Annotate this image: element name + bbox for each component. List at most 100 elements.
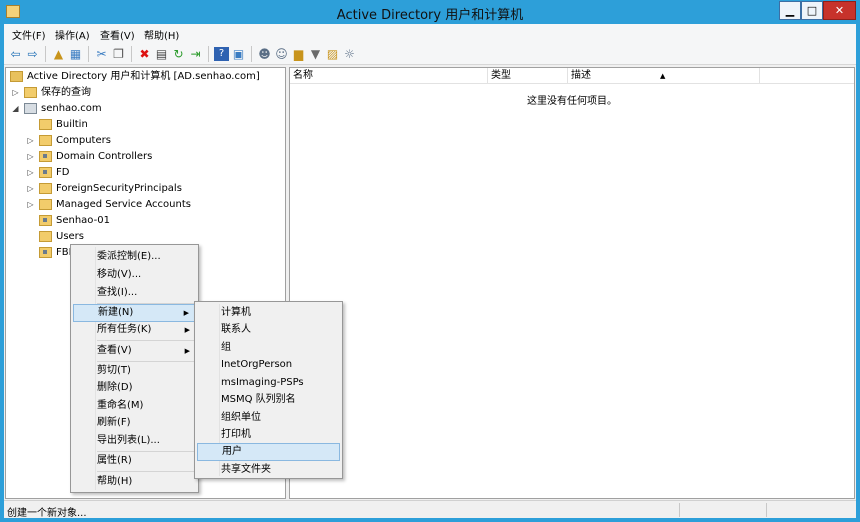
maximize-button[interactable]: □: [801, 1, 823, 20]
sort-up-icon: ▲: [660, 72, 666, 80]
submenu-item-shared-folder[interactable]: 共享文件夹: [197, 461, 340, 479]
status-text: 创建一个新对象...: [7, 508, 87, 519]
refresh-icon[interactable]: ↻: [171, 47, 186, 61]
cut-icon[interactable]: ✂: [94, 47, 109, 61]
menu-item-refresh[interactable]: 刷新(F): [73, 414, 196, 432]
folder-icon: [39, 135, 52, 146]
submenu-arrow-icon: ▶: [183, 309, 189, 317]
menu-item-new-label: 新建(N): [98, 307, 134, 318]
menu-item-export-list[interactable]: 导出列表(L)...: [73, 432, 196, 450]
tree-domain[interactable]: ◢ senhao.com: [6, 101, 285, 117]
tree-item-computers[interactable]: ▷ Computers: [6, 133, 285, 149]
new-group-icon[interactable]: ☺: [274, 47, 289, 61]
back-icon[interactable]: ⇦: [8, 47, 23, 61]
new-user-icon[interactable]: ☻: [257, 47, 272, 61]
menu-action[interactable]: 操作(A): [55, 27, 90, 42]
close-button[interactable]: ✕: [823, 1, 856, 20]
column-type[interactable]: 类型: [488, 68, 568, 84]
menu-divider: [97, 340, 195, 341]
submenu-item-printer[interactable]: 打印机: [197, 426, 340, 444]
submenu-item-organizational-unit[interactable]: 组织单位: [197, 409, 340, 427]
menu-file[interactable]: 文件(F): [12, 27, 46, 42]
submenu-item-msimaging-psps[interactable]: msImaging-PSPs: [197, 374, 340, 392]
folder-icon: [39, 183, 52, 194]
tree-item-senhao-01[interactable]: Senhao-01: [6, 213, 285, 229]
expand-icon[interactable]: ▷: [11, 85, 20, 101]
forward-icon[interactable]: ⇨: [25, 47, 40, 61]
toolbar-divider: [208, 46, 209, 62]
tree-item-foreign-security-principals[interactable]: ▷ ForeignSecurityPrincipals: [6, 181, 285, 197]
expand-icon[interactable]: ▷: [26, 149, 35, 165]
menu-help[interactable]: 帮助(H): [144, 27, 179, 42]
submenu-item-inetorgperson[interactable]: InetOrgPerson: [197, 356, 340, 374]
window-title: Active Directory 用户和计算机: [336, 8, 524, 23]
properties-icon[interactable]: ▤: [154, 47, 169, 61]
status-cell: [766, 503, 767, 517]
copy-icon[interactable]: ❐: [111, 47, 126, 61]
tree-root[interactable]: Active Directory 用户和计算机 [AD.senhao.com]: [6, 69, 285, 85]
console-icon[interactable]: ▣: [231, 47, 246, 61]
empty-list-message: 这里没有任何项目。: [527, 96, 617, 107]
menu-item-properties[interactable]: 属性(R): [73, 452, 196, 470]
export-icon[interactable]: ⇥: [188, 47, 203, 61]
show-tree-icon[interactable]: ▦: [68, 47, 83, 61]
folder-icon: [24, 87, 37, 98]
tree-item-managed-service-accounts[interactable]: ▷ Managed Service Accounts: [6, 197, 285, 213]
folder-icon: [39, 199, 52, 210]
tree-item-fd[interactable]: ▷ FD: [6, 165, 285, 181]
toolbar-divider: [88, 46, 89, 62]
menu-item-all-tasks[interactable]: 所有任务(K) ▶: [73, 321, 196, 339]
menu-item-find[interactable]: 查找(I)...: [73, 284, 196, 302]
submenu-item-user[interactable]: 用户: [197, 443, 340, 461]
help-icon[interactable]: ?: [214, 47, 229, 61]
menu-item-all-tasks-label: 所有任务(K): [97, 324, 152, 335]
menu-item-delegate-control[interactable]: 委派控制(E)...: [73, 248, 196, 266]
menu-item-delete[interactable]: 删除(D): [73, 379, 196, 397]
tree-item-domain-controllers[interactable]: ▷ Domain Controllers: [6, 149, 285, 165]
column-name[interactable]: 名称: [290, 68, 488, 84]
ad-console-icon: [10, 71, 23, 82]
submenu-arrow-icon: ▶: [184, 326, 190, 334]
menu-item-view[interactable]: 查看(V) ▶: [73, 342, 196, 360]
filter-icon[interactable]: ▼: [308, 47, 323, 61]
details-pane[interactable]: 名称 类型 描述 ▲ 这里没有任何项目。: [289, 67, 855, 499]
menu-item-help[interactable]: 帮助(H): [73, 473, 196, 491]
status-cell: [679, 503, 680, 517]
ou-icon: [39, 151, 52, 162]
delete-icon[interactable]: ✖: [137, 47, 152, 61]
submenu-item-group[interactable]: 组: [197, 339, 340, 357]
add-to-group-icon[interactable]: ☼: [342, 47, 357, 61]
menu-item-rename[interactable]: 重命名(M): [73, 397, 196, 415]
tree-item-builtin[interactable]: Builtin: [6, 117, 285, 133]
ou-icon: [39, 247, 52, 258]
menu-item-cut[interactable]: 剪切(T): [73, 362, 196, 380]
title-bar[interactable]: Active Directory 用户和计算机 ▁ □ ✕: [0, 0, 860, 24]
collapse-icon[interactable]: ◢: [11, 101, 20, 117]
new-submenu: 计算机 联系人 组 InetOrgPerson msImaging-PSPs M…: [194, 301, 343, 479]
tree-saved-queries[interactable]: ▷ 保存的查询: [6, 85, 285, 101]
toolbar-divider: [45, 46, 46, 62]
folder-icon: [39, 231, 52, 242]
submenu-item-computer[interactable]: 计算机: [197, 304, 340, 322]
expand-icon[interactable]: ▷: [26, 165, 35, 181]
find-icon[interactable]: ▨: [325, 47, 340, 61]
expand-icon[interactable]: ▷: [26, 181, 35, 197]
submenu-item-contact[interactable]: 联系人: [197, 321, 340, 339]
domain-icon: [24, 103, 37, 114]
menu-item-move[interactable]: 移动(V)...: [73, 266, 196, 284]
menu-item-new[interactable]: 新建(N) ▶: [73, 304, 196, 322]
expand-icon[interactable]: ▷: [26, 197, 35, 213]
submenu-item-msmq-queue-alias[interactable]: MSMQ 队列别名: [197, 391, 340, 409]
folder-icon: [39, 119, 52, 130]
ou-icon: [39, 215, 52, 226]
expand-icon[interactable]: ▷: [26, 133, 35, 149]
toolbar-divider: [251, 46, 252, 62]
new-ou-icon[interactable]: ▆: [291, 47, 306, 61]
app-window: Active Directory 用户和计算机 ▁ □ ✕ 文件(F) 操作(A…: [0, 0, 860, 522]
menu-divider: [97, 471, 195, 472]
tree-item-users[interactable]: Users: [6, 229, 285, 245]
up-icon[interactable]: ▲: [51, 47, 66, 61]
context-menu: 委派控制(E)... 移动(V)... 查找(I)... 新建(N) ▶ 所有任…: [70, 244, 199, 493]
minimize-button[interactable]: ▁: [779, 1, 801, 20]
menu-view[interactable]: 查看(V): [100, 27, 135, 42]
